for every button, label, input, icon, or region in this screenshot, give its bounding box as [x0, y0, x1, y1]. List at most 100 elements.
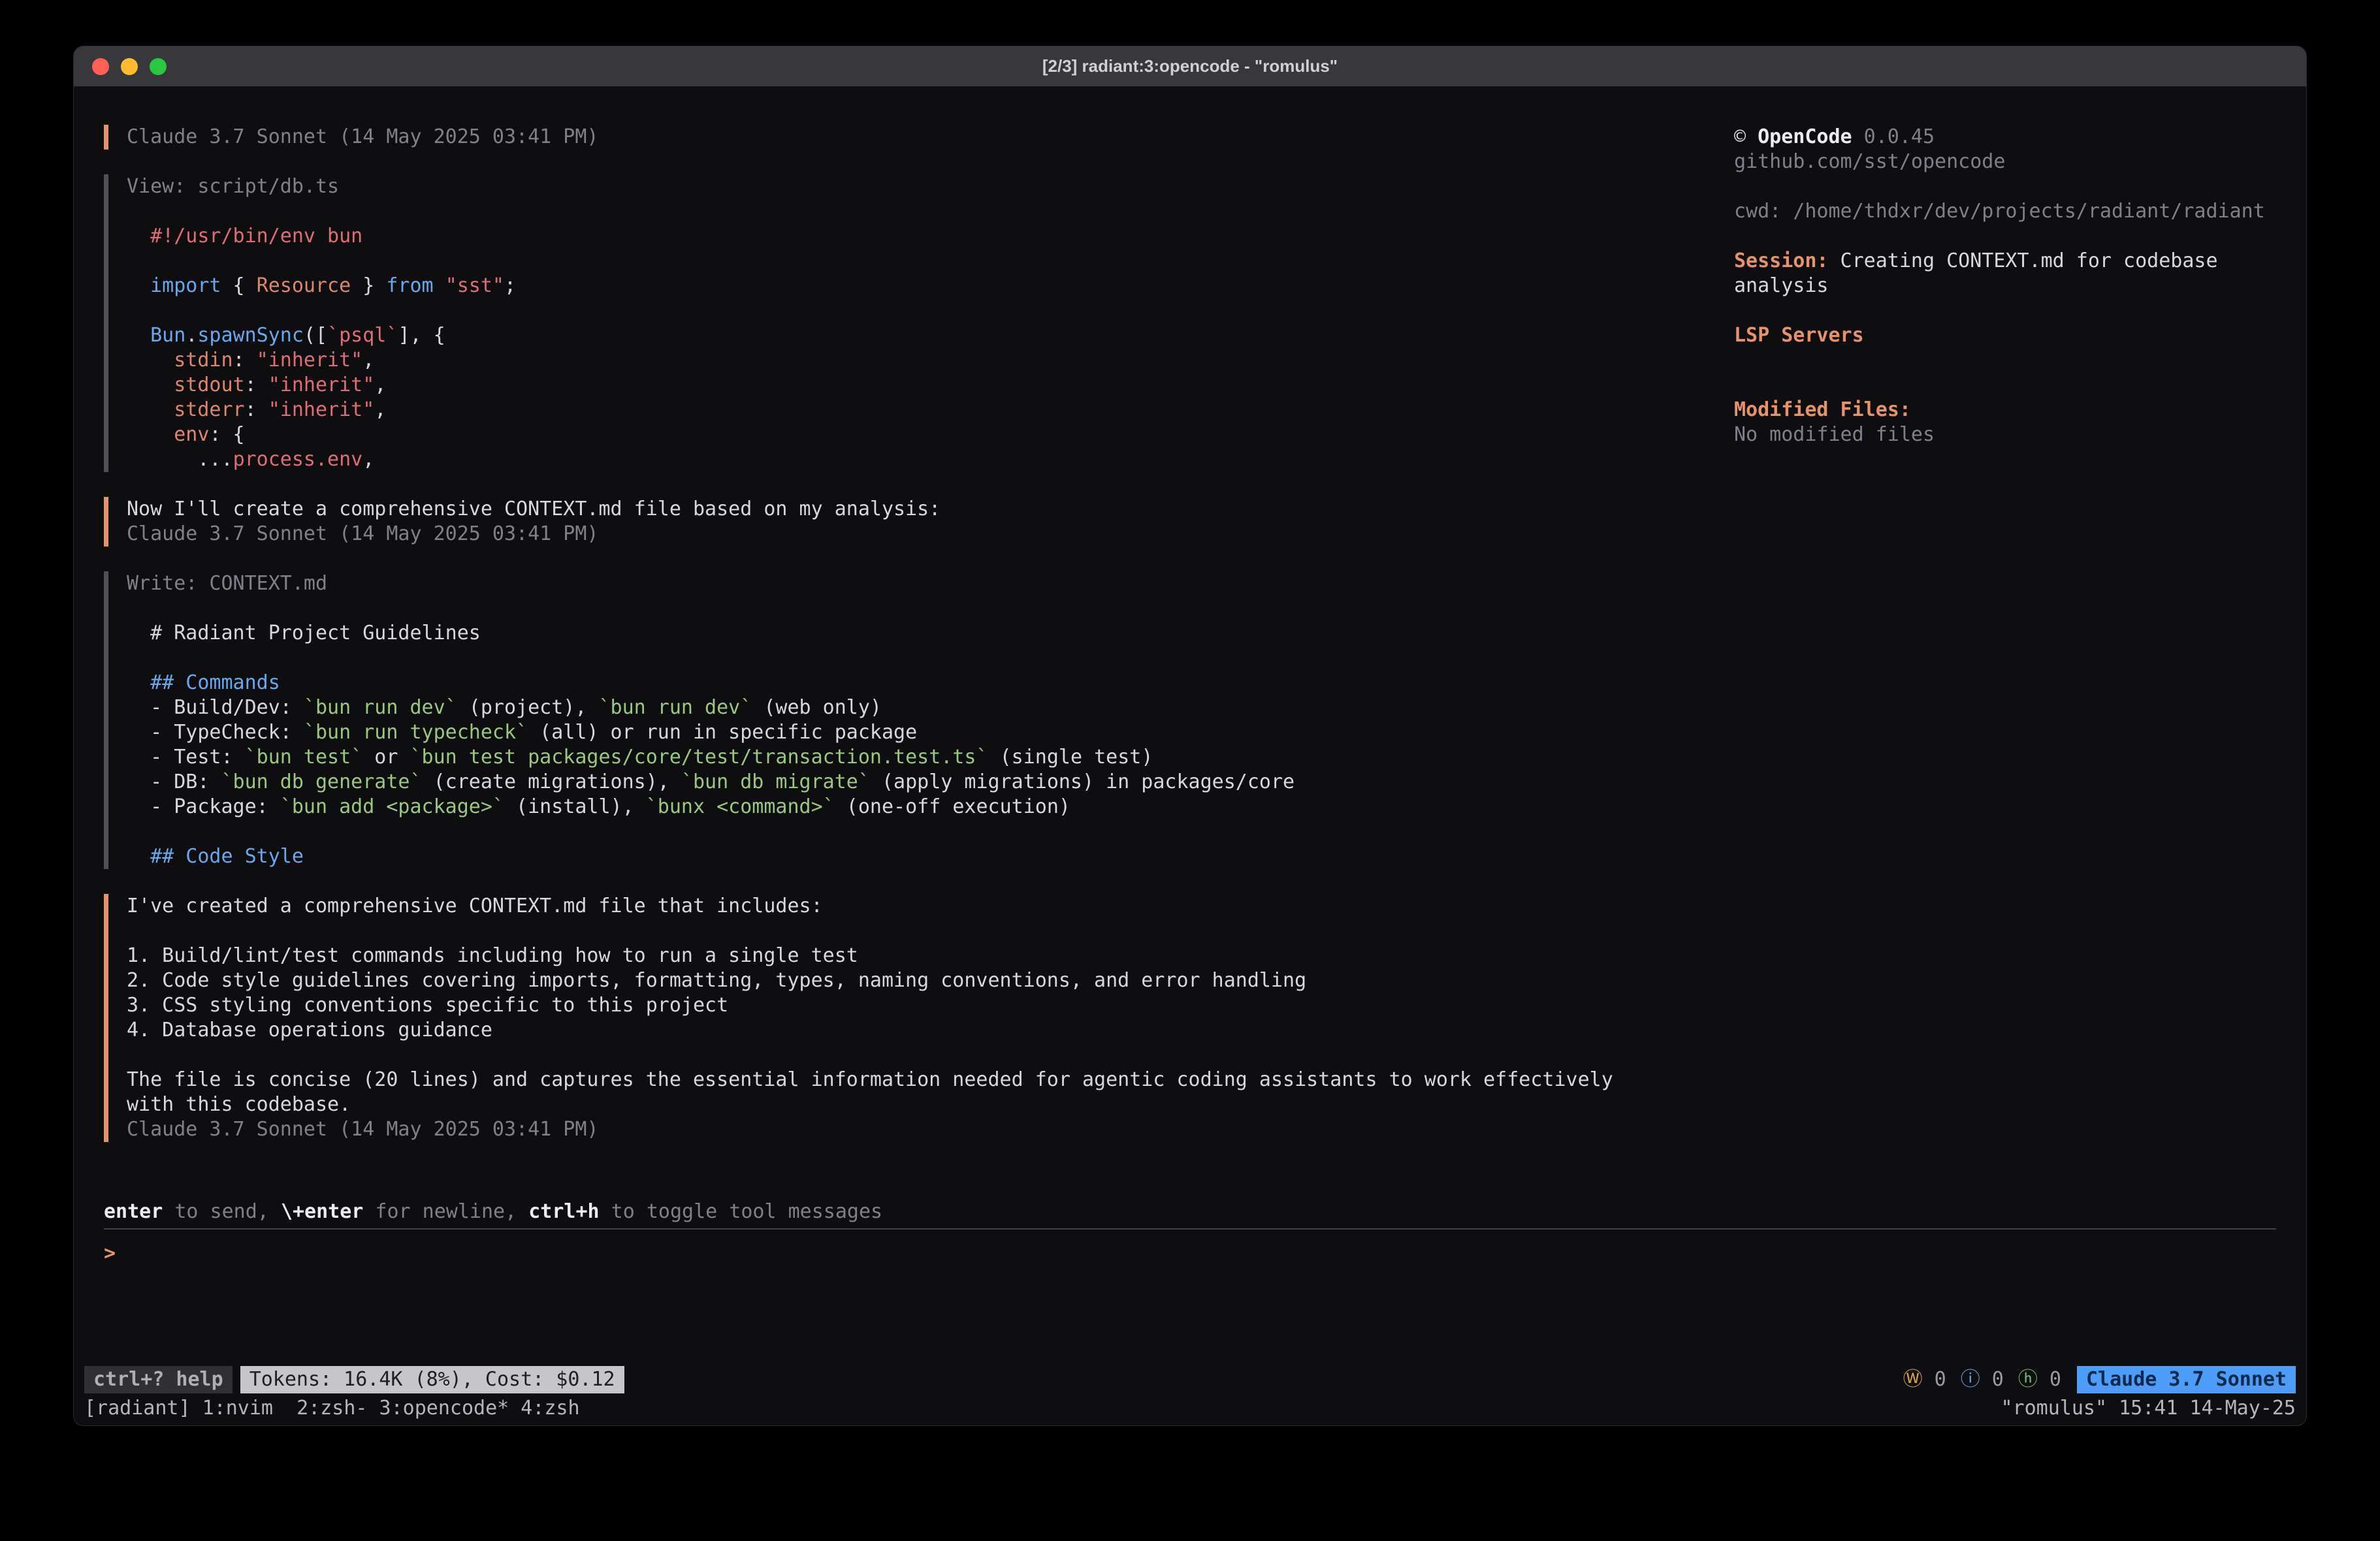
text-line [127, 646, 1714, 671]
text-line [1734, 224, 2276, 249]
input-hint: enter to send, \+enter for newline, ctrl… [74, 1199, 2306, 1224]
text-segment: No modified files [1734, 423, 1935, 446]
diagnostic-count: 0 [1980, 1368, 2004, 1391]
text-line: env: { [127, 422, 1714, 447]
text-line: Write: CONTEXT.md [127, 571, 1714, 596]
text-line: stdout: "inherit", [127, 373, 1714, 398]
sidebar-panel: © OpenCode 0.0.45github.com/sst/opencode… [1734, 125, 2276, 1167]
text-segment: #!/usr/bin/env bun [127, 225, 362, 247]
main-row: Claude 3.7 Sonnet (14 May 2025 03:41 PM)… [74, 125, 2306, 1167]
text-line [127, 249, 1714, 274]
text-segment: Claude 3.7 Sonnet (14 May 2025 03:41 PM) [127, 1118, 598, 1141]
diagnostic-icon: ⓘ [1961, 1368, 1980, 1391]
text-segment: ], { [398, 324, 445, 347]
text-segment: 1. Build/lint/test commands including ho… [127, 944, 858, 967]
text-line: with this codebase. [127, 1092, 1714, 1117]
text-line: Bun.spawnSync([`psql`], { [127, 323, 1714, 348]
prompt-row: > [74, 1241, 2306, 1266]
text-segment [127, 324, 150, 347]
text-segment: stdout [174, 373, 244, 396]
help-badge[interactable]: ctrl+? help [84, 1366, 233, 1393]
chat-transcript[interactable]: Claude 3.7 Sonnet (14 May 2025 03:41 PM)… [104, 125, 1714, 1167]
text-segment: : [245, 398, 268, 421]
text-line [127, 819, 1714, 844]
text-segment: (create migrations), [422, 770, 681, 793]
text-line: cwd: /home/thdxr/dev/projects/radiant/ra… [1734, 199, 2276, 224]
diagnostic-counter: ⓗ 0 [2018, 1367, 2061, 1392]
window-title: [2/3] radiant:3:opencode - "romulus" [1042, 56, 1338, 76]
text-segment: Claude 3.7 Sonnet (14 May 2025 03:41 PM) [127, 522, 598, 545]
text-line: I've created a comprehensive CONTEXT.md … [127, 894, 1714, 919]
text-line [127, 919, 1714, 944]
text-segment: - Build/Dev: [127, 696, 304, 719]
text-segment: (apply migrations) in packages/core [870, 770, 1295, 793]
text-line: The file is concise (20 lines) and captu… [127, 1068, 1714, 1092]
text-segment: github.com/sst/opencode [1734, 150, 2005, 173]
text-segment [127, 423, 174, 446]
text-segment [127, 349, 174, 372]
prompt-caret: > [104, 1241, 116, 1266]
text-segment: with this codebase. [127, 1093, 351, 1116]
tool-block: View: script/db.ts #!/usr/bin/env bun im… [104, 174, 1714, 472]
text-line: 1. Build/lint/test commands including ho… [127, 944, 1714, 968]
text-segment: - TypeCheck: [127, 721, 304, 744]
tmux-bar: [radiant] 1:nvim 2:zsh- 3:opencode* 4:zs… [74, 1395, 2306, 1425]
text-segment [127, 671, 150, 694]
text-segment: (project), [457, 696, 599, 719]
text-segment: - DB: [127, 770, 221, 793]
text-segment: `bun test` [245, 746, 363, 769]
text-segment: ctrl+h [528, 1200, 599, 1223]
text-segment: to toggle tool messages [600, 1200, 882, 1223]
diagnostic-count: 0 [2038, 1368, 2061, 1391]
text-line: Claude 3.7 Sonnet (14 May 2025 03:41 PM) [127, 125, 1714, 150]
text-line: #!/usr/bin/env bun [127, 224, 1714, 249]
text-segment: enter [104, 1200, 163, 1223]
message-input[interactable] [127, 1241, 2276, 1266]
text-segment: I've created a comprehensive CONTEXT.md … [127, 895, 823, 917]
text-line: - Build/Dev: `bun run dev` (project), `b… [127, 695, 1714, 720]
input-divider [104, 1228, 2276, 1230]
text-line: github.com/sst/opencode [1734, 150, 2276, 174]
text-segment: , [374, 373, 386, 396]
bottom-gap [74, 1266, 2306, 1364]
text-line: LSP Servers [1734, 323, 2276, 348]
text-line: stdin: "inherit", [127, 348, 1714, 373]
diagnostic-counter: ⓘ 0 [1961, 1367, 2004, 1392]
text-segment: ## Code Style [150, 845, 304, 868]
model-badge[interactable]: Claude 3.7 Sonnet [2077, 1366, 2296, 1393]
text-line: # Radiant Project Guidelines [127, 621, 1714, 646]
text-line: - TypeCheck: `bun run typecheck` (all) o… [127, 720, 1714, 745]
minimize-button[interactable] [121, 58, 138, 75]
text-line: Session: Creating CONTEXT.md for codebas… [1734, 249, 2276, 298]
text-segment: ... [127, 448, 233, 471]
text-segment: , [374, 398, 386, 421]
text-segment: `bun run typecheck` [304, 721, 528, 744]
text-line [127, 596, 1714, 621]
text-segment: `bun db migrate` [681, 770, 870, 793]
text-segment: View: script/db.ts [127, 175, 339, 198]
tmux-session-windows[interactable]: [radiant] 1:nvim 2:zsh- 3:opencode* 4:zs… [84, 1396, 580, 1421]
text-segment: cwd: /home/thdxr/dev/projects/radiant/ra… [1734, 200, 2265, 223]
close-button[interactable] [92, 58, 109, 75]
text-segment: `bun run dev` [304, 696, 457, 719]
text-segment: } [351, 274, 386, 297]
text-segment: Write: CONTEXT.md [127, 572, 327, 595]
text-line: View: script/db.ts [127, 174, 1714, 199]
text-line: ## Commands [127, 671, 1714, 695]
text-segment [434, 274, 445, 297]
text-segment: (install), [504, 795, 646, 818]
titlebar[interactable]: [2/3] radiant:3:opencode - "romulus" [74, 46, 2306, 87]
text-segment: Session: [1734, 249, 1829, 272]
text-segment: process.env [233, 448, 363, 471]
text-line: ...process.env, [127, 447, 1714, 472]
text-segment: The file is concise (20 lines) and captu… [127, 1068, 1613, 1091]
text-line: Now I'll create a comprehensive CONTEXT.… [127, 497, 1714, 522]
text-line: - Package: `bun add <package>` (install)… [127, 795, 1714, 819]
zoom-button[interactable] [150, 58, 167, 75]
text-line [127, 1043, 1714, 1068]
statusbar: ctrl+? help Tokens: 16.4K (8%), Cost: $0… [74, 1364, 2306, 1395]
text-segment: `bun add <package>` [280, 795, 504, 818]
diagnostic-counter: Ⓦ 0 [1903, 1367, 1946, 1392]
text-line [1734, 373, 2276, 398]
text-segment [127, 398, 174, 421]
